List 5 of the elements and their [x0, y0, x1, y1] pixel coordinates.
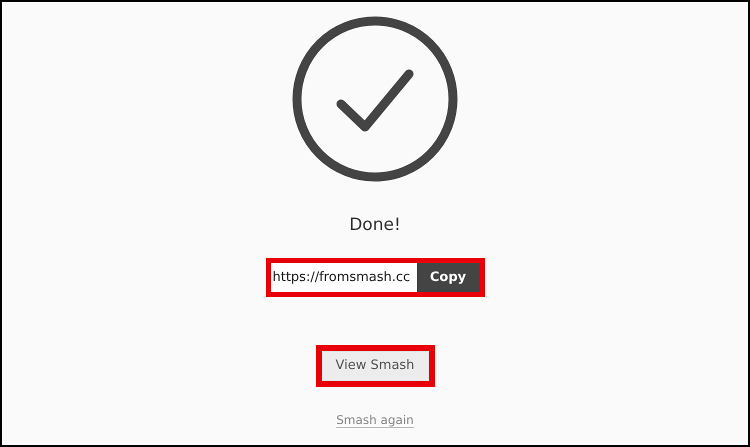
link-field[interactable]: https://fromsmash.cc	[270, 263, 416, 292]
check-circle-icon	[291, 15, 459, 183]
copy-button[interactable]: Copy	[416, 263, 480, 292]
status-title: Done!	[349, 217, 401, 234]
view-button[interactable]: View Smash	[322, 351, 428, 381]
